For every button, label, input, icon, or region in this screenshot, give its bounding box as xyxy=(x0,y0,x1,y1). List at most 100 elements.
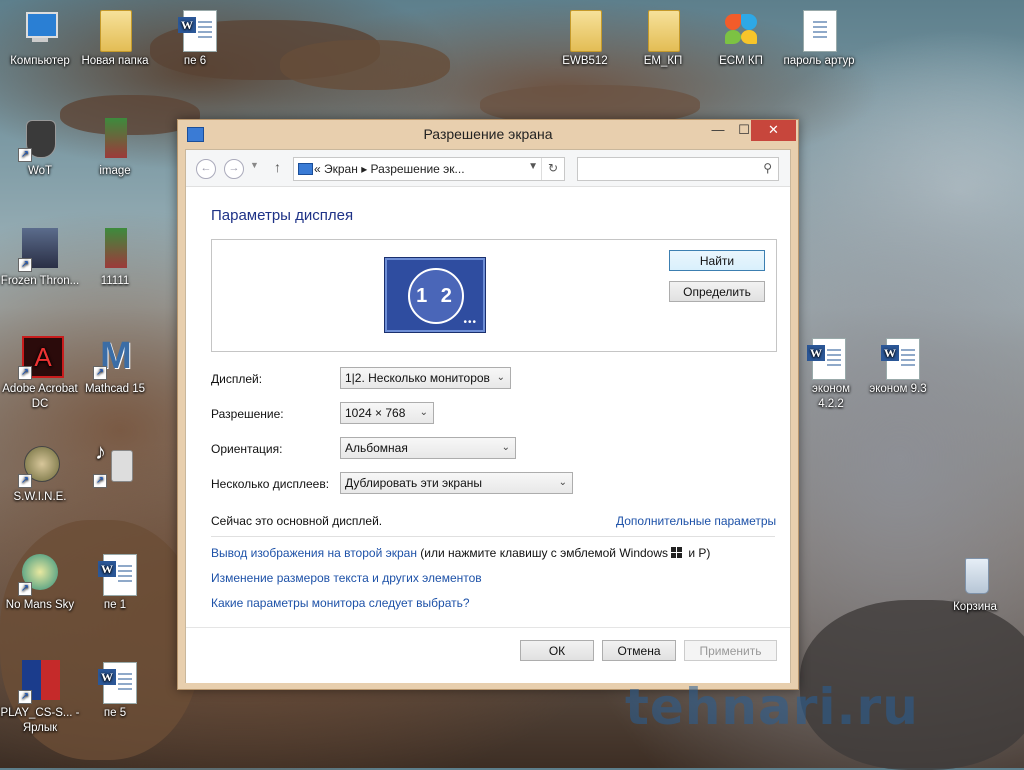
navigation-bar: ← → ▼ ↑ « Экран ▸ Разрешение эк... ▼ ↻ ⚲ xyxy=(186,150,790,187)
project-hint-text: (или нажмите клавишу с эмблемой Windows xyxy=(416,546,669,560)
dialog-footer: ОК Отмена Применить xyxy=(186,627,790,683)
desktop-icon-label: Frozen Thron... xyxy=(0,275,80,287)
recycle-bin-icon xyxy=(953,554,997,598)
display-preview-area: 1 2 ••• Найти Определить xyxy=(211,239,777,352)
desktop-icon-label: WoT xyxy=(27,165,53,177)
resolution-select[interactable]: 1024 × 768 ⌄ xyxy=(340,402,434,424)
desktop-icon-11111[interactable]: 11111 xyxy=(75,228,155,289)
advanced-settings-link[interactable]: Дополнительные параметры xyxy=(616,514,776,528)
screen-resolution-window: Разрешение экрана — ☐ ✕ ← → ▼ ↑ « Экран … xyxy=(177,119,799,690)
forward-button[interactable]: → xyxy=(224,159,244,179)
close-button[interactable]: ✕ xyxy=(751,120,796,141)
monitor-graphic[interactable]: 1 2 ••• xyxy=(384,257,486,333)
divider xyxy=(211,536,775,537)
multiple-displays-label: Несколько дисплеев: xyxy=(211,477,330,491)
minimize-button[interactable]: — xyxy=(705,120,731,141)
desktop-icon-label: пе 5 xyxy=(103,707,127,719)
project-second-screen-link[interactable]: Вывод изображения на второй экран xyxy=(211,546,417,560)
desktop-icon-no-mans-sky[interactable]: ↗ No Mans Sky xyxy=(0,552,80,613)
desktop-icon-ekonom-9-3[interactable]: W эконом 9.3 xyxy=(858,336,938,397)
folder-icon xyxy=(563,8,607,52)
orientation-select[interactable]: Альбомная ⌄ xyxy=(340,437,516,459)
desktop-icon-play-cs[interactable]: ↗ PLAY_CS-S... - Ярлык xyxy=(0,660,80,736)
desktop-icon-computer[interactable]: Компьютер xyxy=(0,8,80,69)
desktop-icon-image[interactable]: image xyxy=(75,118,155,179)
search-input[interactable]: ⚲ xyxy=(577,157,779,181)
desktop-icon-frozen-throne[interactable]: ↗ Frozen Thron... xyxy=(0,228,80,289)
word-document-icon: W xyxy=(93,552,137,596)
windows-logo-icon xyxy=(671,547,683,558)
desktop-icon-label: ЕМ_КП xyxy=(643,55,683,67)
search-icon[interactable]: ⚲ xyxy=(763,161,772,175)
shortcut-arrow-icon: ↗ xyxy=(18,582,32,596)
adobe-acrobat-icon: A ↗ xyxy=(18,336,64,380)
desktop-icon-label: 11111 xyxy=(100,275,130,287)
desktop-icon-pe5[interactable]: W пе 5 xyxy=(75,660,155,721)
find-button[interactable]: Найти xyxy=(669,250,765,271)
multiple-displays-select[interactable]: Дублировать эти экраны ⌄ xyxy=(340,472,573,494)
cancel-button[interactable]: Отмена xyxy=(602,640,676,661)
desktop-icon-pe6[interactable]: W пе 6 xyxy=(155,8,235,69)
desktop-icon-wot[interactable]: ↗ WoT xyxy=(0,118,80,179)
computer-icon xyxy=(18,8,62,52)
window-content: ← → ▼ ↑ « Экран ▸ Разрешение эк... ▼ ↻ ⚲… xyxy=(185,149,791,683)
window-titlebar[interactable]: Разрешение экрана — ☐ ✕ xyxy=(178,120,798,149)
identify-button[interactable]: Определить xyxy=(669,281,765,302)
apply-button[interactable]: Применить xyxy=(684,640,777,661)
resolution-select-value: 1024 × 768 xyxy=(345,406,406,420)
back-button[interactable]: ← xyxy=(196,159,216,179)
up-arrow-button[interactable]: ↑ xyxy=(274,159,281,175)
resolution-label: Разрешение: xyxy=(211,407,284,421)
orientation-label: Ориентация: xyxy=(211,442,283,456)
counter-strike-game-icon: ↗ xyxy=(18,660,62,704)
folder-icon xyxy=(93,8,137,52)
address-dropdown-chevron-icon[interactable]: ▼ xyxy=(528,161,538,172)
monitor-icon xyxy=(298,163,313,175)
image-thumbnail-icon xyxy=(93,228,137,272)
ok-button[interactable]: ОК xyxy=(520,640,594,661)
more-dots-icon: ••• xyxy=(463,317,477,328)
desktop-icon-ewb512[interactable]: EWB512 xyxy=(545,8,625,69)
text-file-icon xyxy=(797,8,841,52)
mathcad-icon: M ↗ xyxy=(93,336,137,380)
chevron-down-icon: ⌄ xyxy=(496,372,505,383)
desktop-icon-new-folder[interactable]: Новая папка xyxy=(75,8,155,69)
refresh-button[interactable]: ↻ xyxy=(541,158,564,180)
display-select[interactable]: 1|2. Несколько мониторов ⌄ xyxy=(340,367,511,389)
desktop-icon-recycle-bin[interactable]: Корзина xyxy=(935,554,1015,615)
project-row: Вывод изображения на второй экран (или н… xyxy=(211,546,710,560)
shortcut-arrow-icon: ↗ xyxy=(18,258,32,272)
breadcrumb[interactable]: « Экран ▸ Разрешение эк... xyxy=(314,162,465,176)
frozen-throne-game-icon: ↗ xyxy=(18,228,62,272)
text-size-link[interactable]: Изменение размеров текста и других элеме… xyxy=(211,571,482,585)
which-settings-link[interactable]: Какие параметры монитора следует выбрать… xyxy=(211,596,470,610)
folder-icon xyxy=(641,8,685,52)
desktop-icon-label: PLAY_CS-S... - Ярлык xyxy=(0,707,80,734)
desktop-icon-label: ECM КП xyxy=(719,55,763,67)
desktop-icon-mathcad[interactable]: M ↗ Mathcad 15 xyxy=(75,336,155,397)
word-document-icon: W xyxy=(802,336,846,380)
address-bar[interactable]: « Экран ▸ Разрешение эк... ▼ ↻ xyxy=(293,157,565,181)
no-mans-sky-game-icon: ↗ xyxy=(18,552,62,596)
desktop-icon-em-kp[interactable]: ЕМ_КП xyxy=(623,8,703,69)
orientation-select-value: Альбомная xyxy=(345,441,408,455)
desktop-icon-pe1[interactable]: W пе 1 xyxy=(75,552,155,613)
desktop-icon-label: No Mans Sky xyxy=(5,599,75,611)
desktop-icon-label: Новая папка xyxy=(81,55,149,67)
wot-game-icon: ↗ xyxy=(18,118,62,162)
word-document-icon: W xyxy=(93,660,137,704)
desktop-icon-swine[interactable]: ↗ S.W.I.N.E. xyxy=(0,444,80,505)
desktop-icon-label: S.W.I.N.E. xyxy=(13,491,67,503)
desktop-icon-label: пароль артур xyxy=(783,55,855,67)
shortcut-arrow-icon: ↗ xyxy=(18,366,32,380)
desktop-icon-speaker[interactable]: ♪ ↗ xyxy=(75,441,155,490)
desktop-icon-label: Adobe Acrobat DC xyxy=(2,383,78,410)
shortcut-arrow-icon: ↗ xyxy=(93,474,107,488)
shortcut-arrow-icon: ↗ xyxy=(18,148,32,162)
desktop-icon-password-text[interactable]: пароль артур xyxy=(779,8,859,69)
word-document-icon: W xyxy=(173,8,217,52)
recent-locations-chevron-icon[interactable]: ▼ xyxy=(250,160,259,170)
page-title: Параметры дисплея xyxy=(211,207,354,224)
desktop-icon-ecm-kp[interactable]: ECM КП xyxy=(701,8,781,69)
desktop-icon-acrobat[interactable]: A ↗ Adobe Acrobat DC xyxy=(0,336,80,412)
